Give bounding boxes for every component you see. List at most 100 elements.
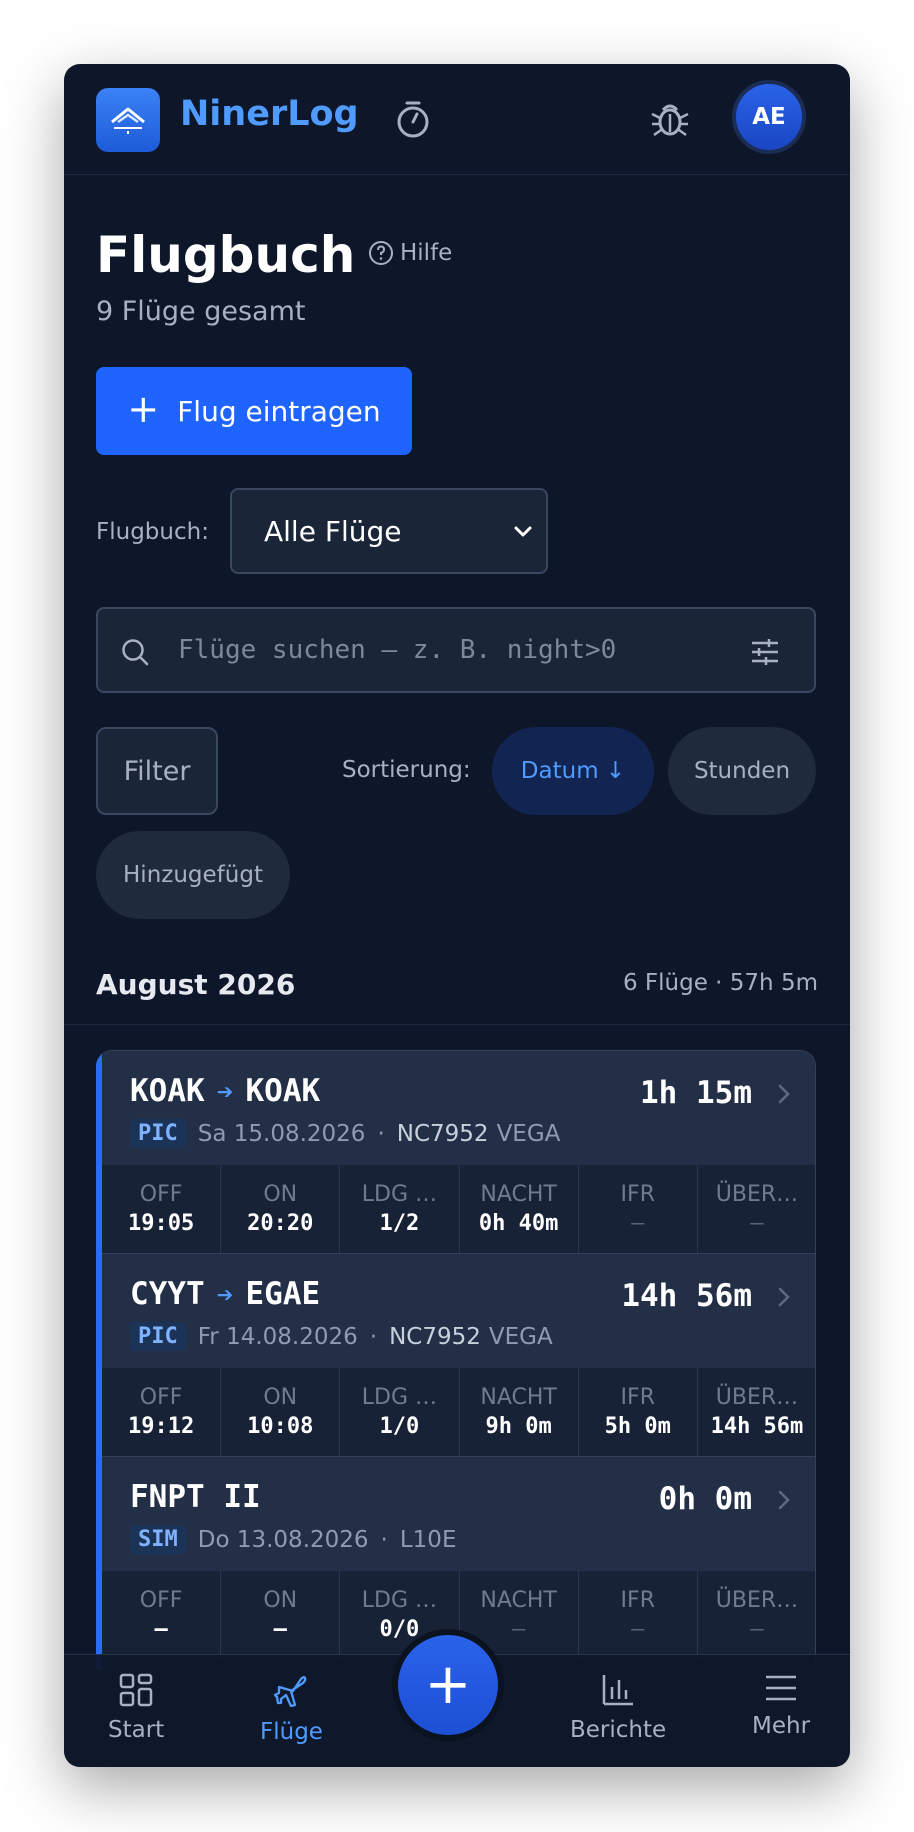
stat-value: — — [631, 1617, 645, 1642]
role-badge: PIC — [130, 1322, 186, 1351]
stat-label: LDG … — [361, 1588, 438, 1613]
flight-route: CYYT ➔ EGAE — [130, 1276, 320, 1312]
top-bar: NinerLog AE — [64, 64, 850, 175]
departure-airport: KOAK — [130, 1073, 205, 1109]
stat-value: — — [511, 1617, 526, 1642]
aircraft-type: VEGA — [488, 1323, 553, 1350]
sort-added-pill[interactable]: Hinzugefügt — [96, 831, 290, 919]
flight-list: KOAK ➔ KOAK 1h 15m PIC Sa 15.08.2026 · N… — [96, 1050, 816, 1670]
add-flight-label: Flug eintragen — [177, 394, 381, 428]
stat-value: 0/0 — [379, 1617, 420, 1642]
bug-report-icon[interactable] — [649, 98, 691, 144]
sort-label: Sortierung: — [342, 757, 471, 783]
departure-airport: CYYT — [130, 1276, 205, 1312]
app-name[interactable]: NinerLog — [180, 94, 359, 134]
app-frame: NinerLog AE Flugbuch Hilfe 9 Flüge gesam… — [64, 64, 850, 1767]
flight-duration: 1h 15m — [640, 1075, 752, 1111]
search-placeholder: Flüge suchen — z. B. night>0 — [178, 635, 617, 665]
simulator-device: L10E — [399, 1526, 457, 1553]
flight-card[interactable]: CYYT ➔ EGAE 14h 56m PIC Fr 14.08.2026 · … — [102, 1254, 815, 1456]
stat-overland: ÜBER… — — [698, 1571, 815, 1659]
flight-card-header: CYYT ➔ EGAE 14h 56m PIC Fr 14.08.2026 · … — [102, 1254, 815, 1368]
nav-item-reports[interactable]: Berichte — [570, 1673, 666, 1743]
flight-duration: 14h 56m — [621, 1278, 752, 1314]
stat-value: 10:08 — [247, 1414, 314, 1439]
add-flight-button[interactable]: + Flug eintragen — [96, 367, 412, 455]
stat-value: 1/2 — [379, 1211, 420, 1236]
simulator-title: FNPT II — [130, 1479, 261, 1515]
role-badge: SIM — [130, 1525, 186, 1554]
search-field[interactable]: Flüge suchen — z. B. night>0 — [96, 607, 816, 693]
aircraft-registration: NC7952 — [389, 1323, 481, 1350]
logbook-label: Flugbuch: — [96, 519, 209, 545]
stat-label: LDG … — [361, 1385, 438, 1410]
meta-separator: · — [369, 1323, 378, 1350]
logbook-select[interactable]: Alle Flüge — [230, 488, 548, 574]
nav-item-more[interactable]: Mehr — [752, 1673, 810, 1739]
flight-card-header: FNPT II 0h 0m SIM Do 13.08.2026 · L10E — [102, 1457, 815, 1571]
stopwatch-icon[interactable] — [394, 98, 432, 144]
flight-card[interactable]: KOAK ➔ KOAK 1h 15m PIC Sa 15.08.2026 · N… — [102, 1051, 815, 1253]
nav-label: Start — [108, 1717, 165, 1743]
stat-value: 1/0 — [379, 1414, 420, 1439]
flight-duration: 0h 0m — [658, 1481, 752, 1517]
stat-label: ON — [263, 1182, 298, 1207]
flight-date: Sa 15.08.2026 — [197, 1120, 366, 1147]
flight-card[interactable]: FNPT II 0h 0m SIM Do 13.08.2026 · L10E O… — [102, 1457, 815, 1659]
plane-logo-icon — [111, 107, 145, 134]
stat-on: ON — — [221, 1571, 341, 1659]
help-circle-icon — [369, 241, 393, 265]
aircraft-type: VEGA — [496, 1120, 561, 1147]
stat-value: — — [750, 1211, 764, 1236]
bar-chart-icon — [602, 1675, 634, 1706]
stat-label: OFF — [139, 1385, 183, 1410]
nav-item-flights[interactable]: Flüge — [260, 1673, 323, 1745]
stat-landings: LDG … 1/2 — [340, 1165, 460, 1253]
divider — [64, 1024, 850, 1025]
stat-night: NACHT 0h 40m — [460, 1165, 579, 1253]
filter-settings-icon[interactable] — [750, 637, 780, 667]
stat-ifr: IFR 5h 0m — [579, 1368, 698, 1456]
stat-value: — — [750, 1617, 764, 1642]
stat-label: ÜBER… — [715, 1588, 799, 1613]
chevron-down-icon — [514, 526, 532, 537]
filter-button[interactable]: Filter — [96, 727, 218, 815]
menu-icon — [766, 1675, 797, 1701]
flight-count: 9 Flüge gesamt — [96, 296, 306, 327]
stat-label: OFF — [139, 1182, 183, 1207]
sort-hours-pill[interactable]: Stunden — [668, 727, 816, 815]
stat-night: NACHT 9h 0m — [460, 1368, 579, 1456]
stat-value: 0h 40m — [478, 1211, 559, 1236]
add-flight-fab[interactable]: + — [392, 1629, 504, 1741]
stat-off: OFF — — [102, 1571, 222, 1659]
stat-ifr: IFR — — [579, 1571, 698, 1659]
sort-date-pill[interactable]: Datum ↓ — [492, 727, 654, 815]
stat-label: NACHT — [480, 1588, 557, 1613]
flight-meta: PIC Sa 15.08.2026 · NC7952 VEGA — [130, 1119, 560, 1148]
help-link[interactable]: Hilfe — [368, 240, 452, 266]
stat-label: IFR — [620, 1588, 655, 1613]
meta-separator: · — [380, 1526, 388, 1553]
stat-label: ÜBER… — [715, 1182, 799, 1207]
stat-off: OFF 19:12 — [102, 1368, 222, 1456]
meta-separator: · — [377, 1120, 385, 1147]
stat-value: — — [273, 1617, 287, 1642]
stat-on: ON 10:08 — [221, 1368, 341, 1456]
search-icon — [122, 639, 149, 666]
flight-card-header: KOAK ➔ KOAK 1h 15m PIC Sa 15.08.2026 · N… — [102, 1051, 815, 1165]
simulator-name: FNPT II — [130, 1479, 261, 1515]
chevron-right-icon — [778, 1490, 790, 1510]
nav-label: Flüge — [260, 1719, 323, 1745]
stat-off: OFF 19:05 — [102, 1165, 222, 1253]
nav-item-start[interactable]: Start — [108, 1673, 164, 1743]
user-avatar[interactable]: AE — [732, 80, 806, 154]
app-logo[interactable] — [96, 88, 160, 152]
stat-landings: LDG … 1/0 — [340, 1368, 460, 1456]
arrow-right-icon: ➔ — [216, 1074, 234, 1108]
stat-value: 19:12 — [127, 1414, 195, 1439]
stat-label: ÜBER… — [715, 1385, 799, 1410]
help-label: Hilfe — [400, 240, 453, 266]
month-heading: August 2026 — [96, 968, 296, 1001]
arrival-airport: KOAK — [245, 1073, 321, 1109]
stat-ifr: IFR — — [579, 1165, 698, 1253]
